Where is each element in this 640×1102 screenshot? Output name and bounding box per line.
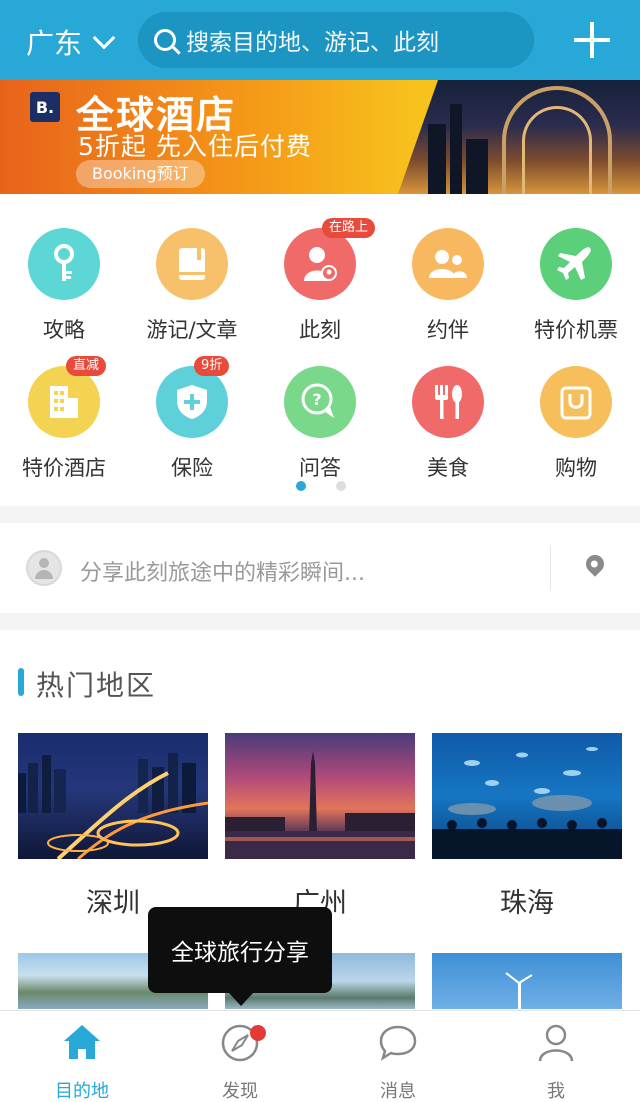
page-dot[interactable] — [336, 481, 346, 491]
city-selector[interactable]: 广东 — [26, 22, 116, 62]
menu-badge: 直减 — [66, 356, 107, 376]
avatar-icon — [26, 550, 62, 586]
menu-item-guide[interactable]: 攻略 — [0, 228, 128, 344]
city-card-shenzhen[interactable]: 深圳 — [18, 733, 208, 920]
tab-label: 消息 — [380, 1081, 416, 1102]
menu-item-insurance[interactable]: 9折 保险 — [128, 356, 256, 482]
menu-item-shopping[interactable]: 购物 — [512, 366, 640, 482]
booking-logo: B. — [30, 92, 60, 122]
city-card-zhuhai[interactable]: 珠海 — [432, 733, 622, 920]
tab-label: 我 — [547, 1081, 565, 1102]
share-placeholder: 分享此刻旅途中的精彩瞬间... — [80, 561, 365, 586]
svg-text:?: ? — [312, 390, 321, 409]
menu-item-food[interactable]: 美食 — [384, 366, 512, 482]
menu-label: 购物 — [555, 456, 597, 480]
tab-me[interactable]: 我 — [506, 1021, 606, 1102]
home-icon — [60, 1021, 104, 1065]
city-card-guangzhou[interactable]: 广州 — [225, 733, 415, 920]
tab-discover[interactable]: 发现 — [190, 1021, 290, 1102]
menu-label: 保险 — [171, 456, 213, 480]
discover-tooltip: 全球旅行分享 — [148, 907, 332, 1006]
menu-label: 特价酒店 — [22, 456, 106, 480]
top-bar: 广东 搜索目的地、游记、此刻 — [0, 0, 640, 80]
menu-label: 约伴 — [427, 318, 469, 342]
bottom-tab-bar: 目的地 发现 消息 我 — [0, 1010, 640, 1102]
tab-label: 目的地 — [55, 1081, 109, 1102]
page-dot-active[interactable] — [296, 481, 306, 491]
city-photo — [225, 733, 415, 859]
airplane-icon — [540, 228, 612, 300]
search-placeholder: 搜索目的地、游记、此刻 — [186, 30, 439, 56]
tab-label: 发现 — [222, 1081, 258, 1102]
church-arch — [522, 106, 592, 194]
city-photo — [18, 733, 208, 859]
search-input[interactable]: 搜索目的地、游记、此刻 — [138, 12, 534, 68]
city-card-photo[interactable] — [432, 953, 622, 1009]
menu-label: 特价机票 — [534, 318, 618, 342]
banner-city-photo — [398, 80, 640, 194]
banner-tag[interactable]: Booking预订 — [76, 160, 205, 188]
tab-messages[interactable]: 消息 — [348, 1021, 448, 1102]
plus-icon[interactable] — [574, 22, 610, 58]
menu-item-qa[interactable]: ? 问答 — [256, 366, 384, 482]
chat-bubble-icon — [376, 1021, 420, 1065]
fork-knife-icon — [412, 366, 484, 438]
menu-label: 美食 — [427, 456, 469, 480]
chevron-down-icon — [92, 26, 116, 50]
building-silhouette — [466, 139, 488, 194]
menu-item-moments[interactable]: 在路上 此刻 — [256, 218, 384, 344]
page-indicator — [296, 481, 346, 491]
question-bubble-icon: ? — [284, 366, 356, 438]
search-icon — [154, 29, 176, 51]
city-photo — [432, 733, 622, 859]
divider — [550, 545, 551, 591]
people-icon — [412, 228, 484, 300]
menu-badge: 9折 — [194, 356, 230, 376]
shopping-bag-icon — [540, 366, 612, 438]
person-pin-icon: 在路上 — [284, 218, 376, 300]
menu-item-companions[interactable]: 约伴 — [384, 228, 512, 344]
section-marker — [18, 668, 24, 696]
share-moment-bar[interactable]: 分享此刻旅途中的精彩瞬间... — [0, 523, 640, 613]
building-silhouette — [450, 104, 462, 194]
menu-item-flights[interactable]: 特价机票 — [512, 228, 640, 344]
notification-dot — [250, 1025, 266, 1041]
menu-badge: 在路上 — [322, 218, 376, 238]
shield-icon: 9折 — [156, 356, 230, 438]
location-pin-icon[interactable] — [582, 551, 608, 577]
menu-label: 问答 — [299, 456, 341, 480]
menu-item-hotels[interactable]: 直减 特价酒店 — [0, 356, 128, 482]
menu-label: 游记/文章 — [146, 318, 238, 342]
building-icon: 直减 — [28, 356, 107, 438]
book-icon — [156, 228, 228, 300]
section-title: 热门地区 — [36, 669, 157, 702]
menu-label: 此刻 — [299, 318, 341, 342]
banner-subtitle: 5折起 先入住后付费 — [78, 132, 312, 161]
user-icon — [534, 1021, 578, 1065]
tab-destination[interactable]: 目的地 — [32, 1021, 132, 1102]
menu-item-travelogue[interactable]: 游记/文章 — [128, 228, 256, 344]
menu-label: 攻略 — [43, 318, 85, 342]
quick-menu-grid: 攻略 游记/文章 在路上 此刻 约伴 特价机票 直减 特价酒店 9折 保险 ? … — [0, 194, 640, 506]
city-label: 广东 — [26, 27, 83, 60]
key-icon — [28, 228, 100, 300]
building-silhouette — [428, 124, 446, 194]
city-name: 珠海 — [500, 888, 554, 919]
